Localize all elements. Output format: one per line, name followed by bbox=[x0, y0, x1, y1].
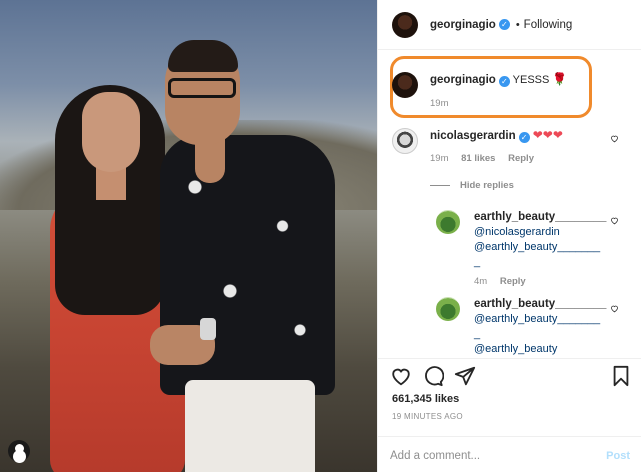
avatar[interactable] bbox=[392, 72, 418, 98]
separator-dot: • bbox=[515, 18, 520, 31]
user-tag-icon[interactable] bbox=[8, 440, 30, 462]
caption-username[interactable]: georginagio bbox=[430, 74, 496, 86]
avatar[interactable] bbox=[436, 297, 460, 321]
avatar[interactable] bbox=[436, 210, 460, 234]
reply: earthly_beauty________ @earthly_beauty__… bbox=[436, 297, 606, 357]
comment-icon[interactable] bbox=[422, 365, 444, 387]
like-comment-icon[interactable] bbox=[610, 134, 619, 143]
avatar[interactable] bbox=[392, 11, 418, 38]
man-hair bbox=[168, 40, 238, 72]
comment-input[interactable] bbox=[390, 449, 590, 462]
comment: nicolasgerardin ✓ ❤❤❤ bbox=[392, 128, 563, 154]
reply-mention[interactable]: @nicolasgerardin bbox=[474, 225, 606, 240]
post-side-panel: georginagio ✓ • Following georginagio ✓ Y… bbox=[377, 0, 641, 472]
heart-icon[interactable] bbox=[390, 365, 412, 387]
comment-bar: Post bbox=[378, 436, 641, 472]
reply-mention-cont: _ bbox=[474, 256, 481, 268]
reply-username[interactable]: earthly_beauty________ bbox=[474, 297, 606, 312]
caption: georginagio ✓ YESSS 🌹 bbox=[392, 72, 567, 98]
hide-replies-label[interactable]: Hide replies bbox=[460, 180, 514, 191]
comment-time[interactable]: 19m bbox=[430, 153, 448, 164]
woman-face bbox=[82, 92, 140, 172]
reply-meta: 4m Reply bbox=[474, 276, 536, 287]
verified-icon: ✓ bbox=[518, 132, 530, 143]
comment-likes[interactable]: 81 likes bbox=[461, 153, 495, 164]
header-username[interactable]: georginagio bbox=[430, 19, 496, 31]
reply-time[interactable]: 4m bbox=[474, 276, 487, 287]
comment-meta: 19m 81 likes Reply bbox=[430, 153, 544, 164]
man-pants bbox=[185, 380, 315, 472]
verified-icon: ✓ bbox=[498, 76, 510, 87]
post-time[interactable]: 19 MINUTES AGO bbox=[392, 412, 463, 421]
post-button[interactable]: Post bbox=[606, 450, 630, 462]
man-glasses bbox=[168, 78, 236, 98]
like-count[interactable]: 661,345 likes bbox=[392, 393, 459, 405]
bookmark-icon[interactable] bbox=[610, 365, 632, 387]
like-comment-icon[interactable] bbox=[610, 304, 619, 313]
watch bbox=[200, 318, 216, 340]
reply-button[interactable]: Reply bbox=[508, 153, 534, 164]
reply-username[interactable]: earthly_beauty________ bbox=[474, 210, 606, 225]
hide-replies-button[interactable]: Hide replies bbox=[430, 180, 524, 191]
reply-mention[interactable]: @earthly_beauty_______ bbox=[474, 240, 606, 255]
reply-mention-cont: _ bbox=[474, 328, 481, 340]
post-actions: 661,345 likes 19 MINUTES AGO Post bbox=[378, 358, 641, 472]
reply: earthly_beauty________ @nicolasgerardin … bbox=[436, 210, 606, 270]
hide-replies-line bbox=[430, 184, 450, 186]
caption-meta: 19m bbox=[430, 98, 458, 109]
post-header: georginagio ✓ • Following bbox=[378, 0, 641, 50]
caption-emoji: 🌹 bbox=[552, 72, 568, 86]
following-button[interactable]: Following bbox=[524, 19, 573, 31]
caption-text: YESSS bbox=[512, 74, 550, 86]
reply-mention[interactable]: @earthly_beauty bbox=[474, 342, 606, 357]
verified-icon: ✓ bbox=[498, 19, 510, 30]
comment-username[interactable]: nicolasgerardin bbox=[430, 130, 516, 142]
post-photo[interactable] bbox=[0, 0, 377, 472]
caption-time[interactable]: 19m bbox=[430, 98, 448, 109]
reply-button[interactable]: Reply bbox=[500, 276, 526, 287]
comment-text: ❤❤❤ bbox=[532, 128, 563, 142]
like-comment-icon[interactable] bbox=[610, 216, 619, 225]
share-icon[interactable] bbox=[454, 365, 476, 387]
reply-mention[interactable]: @earthly_beauty_______ bbox=[474, 312, 606, 327]
avatar[interactable] bbox=[392, 128, 418, 154]
